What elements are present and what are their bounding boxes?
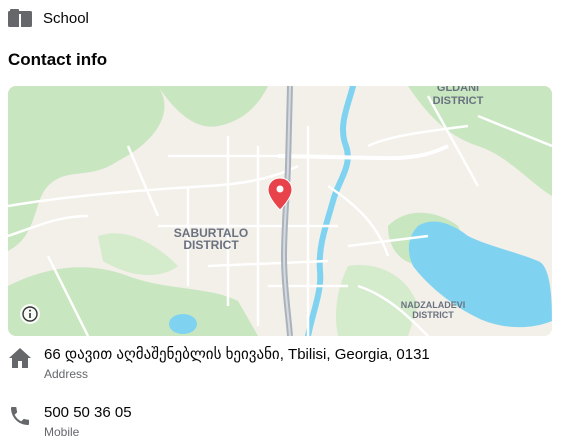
map-info-button[interactable] — [20, 304, 40, 324]
mobile-value[interactable]: 500 50 36 05 — [44, 404, 132, 422]
label-nadzaladevi-1: NADZALADEVI — [401, 300, 466, 310]
location-map[interactable]: GLDANI DISTRICT SABURTALO DISTRICT NADZA… — [8, 86, 552, 336]
phone-icon — [11, 407, 29, 425]
address-value[interactable]: 66 დავით აღმაშენებლის ხეივანი, Tbilisi, … — [44, 346, 430, 364]
label-saburtalo-2: DISTRICT — [183, 238, 239, 252]
info-icon — [22, 306, 38, 322]
section-title: Contact info — [8, 50, 108, 69]
label-nadzaladevi-2: DISTRICT — [412, 310, 454, 320]
label-gldani-2: DISTRICT — [433, 95, 484, 107]
mobile-label: Mobile — [44, 425, 80, 439]
address-row: 66 დავით აღმაშენებლის ხეივანი, Tbilisi, … — [8, 346, 430, 382]
label-gldani-1: GLDANI — [437, 86, 479, 94]
school-icon — [8, 9, 32, 27]
pond — [169, 314, 197, 334]
mobile-row: 500 50 36 05 Mobile — [8, 404, 132, 440]
map-canvas[interactable]: GLDANI DISTRICT SABURTALO DISTRICT NADZA… — [8, 86, 552, 336]
home-icon — [9, 348, 31, 368]
education-label[interactable]: School — [43, 10, 89, 27]
address-label: Address — [44, 367, 89, 381]
education-row[interactable]: School — [8, 8, 89, 28]
